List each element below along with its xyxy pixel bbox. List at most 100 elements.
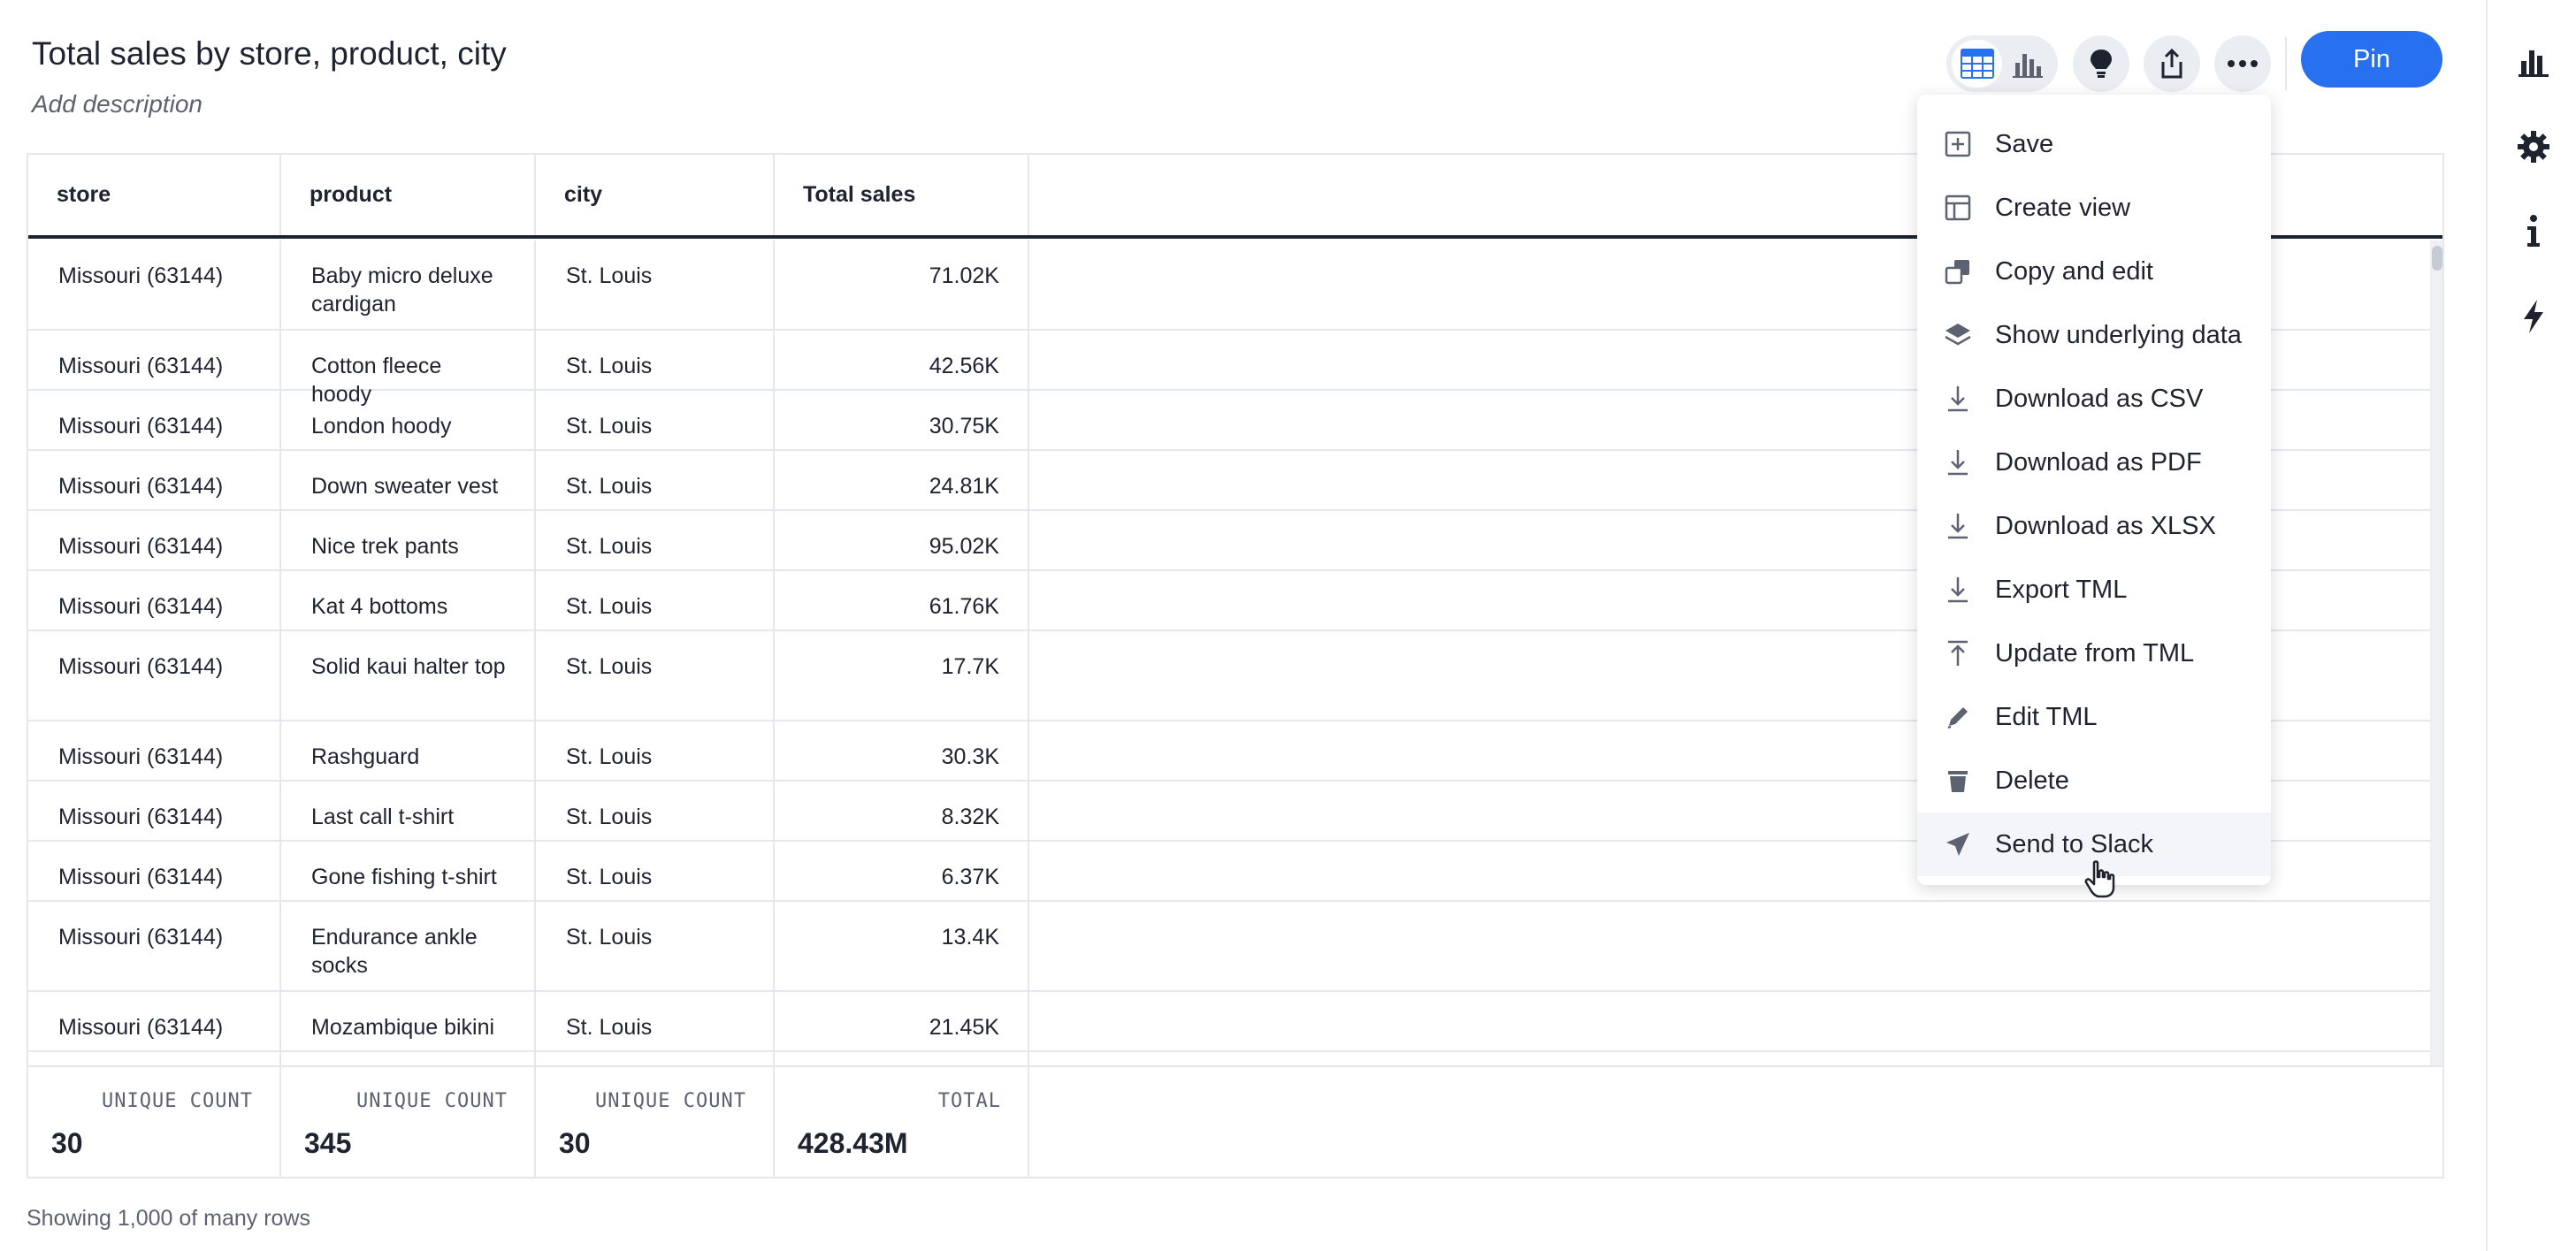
aggregate-label: TOTAL (937, 1090, 1001, 1112)
more-icon (2228, 60, 2258, 67)
cell-store: Missouri (63144) (28, 511, 281, 569)
rail-gear-icon[interactable] (2511, 124, 2557, 170)
page-title[interactable]: Total sales by store, product, city (32, 35, 507, 72)
cell-total-sales: 21.45K (775, 992, 1029, 1050)
cell-total-sales: 30.75K (775, 391, 1029, 449)
download-icon (1942, 446, 1974, 478)
menu-item-delete[interactable]: Delete (1917, 749, 2271, 812)
bar-chart-icon (2012, 54, 2043, 78)
cell-product: London hoody (281, 391, 536, 449)
cell-filler (1029, 902, 2432, 990)
right-rail (2486, 0, 2576, 1251)
menu-item-download-as-pdf[interactable]: Download as PDF (1917, 431, 2271, 494)
view-toggle (1946, 35, 2058, 92)
menu-item-label: Update from TML (1995, 638, 2195, 667)
more-options-button[interactable] (2214, 35, 2271, 92)
menu-item-download-as-xlsx[interactable]: Download as XLSX (1917, 494, 2271, 558)
menu-item-copy-and-edit[interactable]: Copy and edit (1917, 240, 2271, 303)
layers-icon (1942, 319, 1974, 351)
cell-store: Missouri (63144) (28, 842, 281, 900)
cell-total-sales: 42.56K (775, 331, 1029, 389)
cell-store: Missouri (63144) (28, 721, 281, 780)
rail-info-icon[interactable] (2511, 209, 2557, 255)
cell-total-sales: 17.7K (775, 631, 1029, 720)
chart-view-button[interactable] (2002, 40, 2052, 88)
cell-product: Rashguard (281, 721, 536, 780)
menu-item-edit-tml[interactable]: Edit TML (1917, 685, 2271, 749)
trash-icon (1942, 765, 1974, 797)
aggregate-value: 30 (51, 1127, 83, 1159)
cell-city: St. Louis (536, 511, 775, 569)
aggregate-label: UNIQUE COUNT (102, 1090, 253, 1112)
cell-store: Missouri (63144) (28, 992, 281, 1050)
cell-city: St. Louis (536, 391, 775, 449)
menu-item-label: Download as CSV (1995, 384, 2204, 413)
share-icon (2161, 48, 2182, 79)
cell-product: Kat 4 bottoms (281, 571, 536, 629)
cell-product: Down sweater vest (281, 451, 536, 509)
menu-item-download-as-csv[interactable]: Download as CSV (1917, 367, 2271, 431)
menu-item-label: Download as XLSX (1995, 511, 2216, 540)
description-field[interactable]: Add description (32, 90, 203, 118)
plus-square-icon (1942, 128, 1974, 160)
lightbulb-icon (2091, 50, 2112, 78)
table-row[interactable]: Missouri (63144) Endurance ankle socks St.… (28, 902, 2432, 992)
rail-bar-chart-icon[interactable] (2511, 39, 2557, 85)
cell-product: Endurance ankle socks (281, 902, 536, 990)
cell-city: St. Louis (536, 331, 775, 389)
menu-item-export-tml[interactable]: Export TML (1917, 558, 2271, 622)
layout-icon (1942, 192, 1974, 224)
pin-button[interactable]: Pin (2301, 31, 2442, 88)
menu-item-save[interactable]: Save (1917, 112, 2271, 176)
aggregate-value: 428.43M (798, 1127, 908, 1159)
aggregate-label: UNIQUE COUNT (356, 1090, 508, 1112)
pencil-icon (1942, 701, 1974, 733)
column-header-city[interactable]: city (536, 155, 775, 235)
cell-total-sales: 24.81K (775, 451, 1029, 509)
cell-store: Missouri (63144) (28, 451, 281, 509)
cell-product: Solid kaui halter top (281, 631, 536, 720)
insights-button[interactable] (2073, 35, 2129, 92)
cell-product: Nice trek pants (281, 511, 536, 569)
cell-city: St. Louis (536, 782, 775, 840)
cell-product: Cotton fleece hoody (281, 331, 536, 407)
cell-store: Missouri (63144) (28, 902, 281, 990)
table-row[interactable]: Missouri (63144) Mozambique bikini St. Lou… (28, 992, 2432, 1052)
share-button[interactable] (2144, 35, 2200, 92)
footer-cell-total-sales: TOTAL 428.43M (775, 1067, 1029, 1177)
footer-cell-product: UNIQUE COUNT 345 (281, 1067, 536, 1177)
cell-store: Missouri (63144) (28, 240, 281, 329)
cell-total-sales: 61.76K (775, 571, 1029, 629)
footer-cell-filler (1029, 1067, 2442, 1177)
menu-item-label: Send to Slack (1995, 829, 2153, 858)
menu-item-label: Delete (1995, 766, 2069, 795)
table-view-button[interactable] (1952, 40, 2002, 88)
column-header-store[interactable]: store (28, 155, 281, 235)
cell-filler (1029, 992, 2432, 1050)
menu-item-label: Export TML (1995, 575, 2128, 604)
scrollbar-thumb[interactable] (2432, 246, 2442, 271)
toolbar-divider (2285, 37, 2287, 90)
send-icon (1942, 828, 1974, 860)
column-header-product[interactable]: product (281, 155, 536, 235)
more-options-menu: Save Create view Copy and edit Show underly… (1917, 95, 2271, 885)
column-header-total-sales[interactable]: Total sales (775, 155, 1029, 235)
cell-product: Baby micro deluxe cardigan (281, 240, 536, 329)
hand-cursor-icon (2084, 860, 2115, 898)
cell-store: Missouri (63144) (28, 331, 281, 389)
cell-city: St. Louis (536, 240, 775, 329)
cell-city: St. Louis (536, 571, 775, 629)
menu-item-create-view[interactable]: Create view (1917, 176, 2271, 240)
menu-item-show-underlying-data[interactable]: Show underlying data (1917, 303, 2271, 367)
cell-city: St. Louis (536, 451, 775, 509)
cell-product: Gone fishing t-shirt (281, 842, 536, 900)
cell-total-sales: 8.32K (775, 782, 1029, 840)
cell-city: St. Louis (536, 631, 775, 720)
rail-lightning-icon[interactable] (2511, 294, 2557, 339)
menu-item-update-from-tml[interactable]: Update from TML (1917, 622, 2271, 685)
cell-store: Missouri (63144) (28, 631, 281, 720)
vertical-scrollbar[interactable] (2430, 240, 2442, 1177)
cell-city: St. Louis (536, 721, 775, 780)
cell-total-sales: 95.02K (775, 511, 1029, 569)
copy-icon (1942, 256, 1974, 287)
